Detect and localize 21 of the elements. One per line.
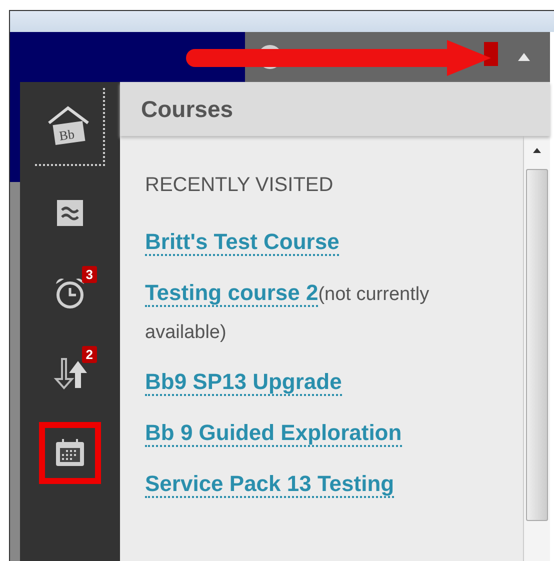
course-link[interactable]: Testing course 2: [145, 280, 318, 307]
panel-title: Courses: [141, 96, 234, 122]
sidebar-button[interactable]: 3: [35, 260, 105, 326]
count-badge: 3: [82, 266, 97, 283]
scrollbar[interactable]: [523, 136, 550, 561]
sidebar-button[interactable]: Bb: [35, 88, 105, 166]
count-badge: 2: [82, 346, 97, 363]
course-link[interactable]: Bb9 SP13 Upgrade: [145, 369, 342, 396]
stream-icon: [55, 198, 85, 228]
scroll-up-icon[interactable]: [532, 146, 542, 154]
course-entry: Testing course 2(not currently available): [145, 279, 430, 345]
course-link[interactable]: Britt's Test Course: [145, 229, 340, 256]
alarm-clock-icon: [53, 276, 87, 310]
course-link[interactable]: Bb 9 Guided Exploration: [145, 420, 402, 447]
sidebar-button[interactable]: 2: [35, 340, 105, 406]
section-heading: RECENTLY VISITED: [145, 174, 334, 197]
course-link[interactable]: Service Pack 13 Testing: [145, 471, 394, 498]
scroll-thumb[interactable]: [526, 169, 548, 521]
calendar-icon: [54, 438, 86, 468]
caret-icon[interactable]: [517, 52, 531, 62]
up-down-arrows-icon: [52, 355, 88, 391]
